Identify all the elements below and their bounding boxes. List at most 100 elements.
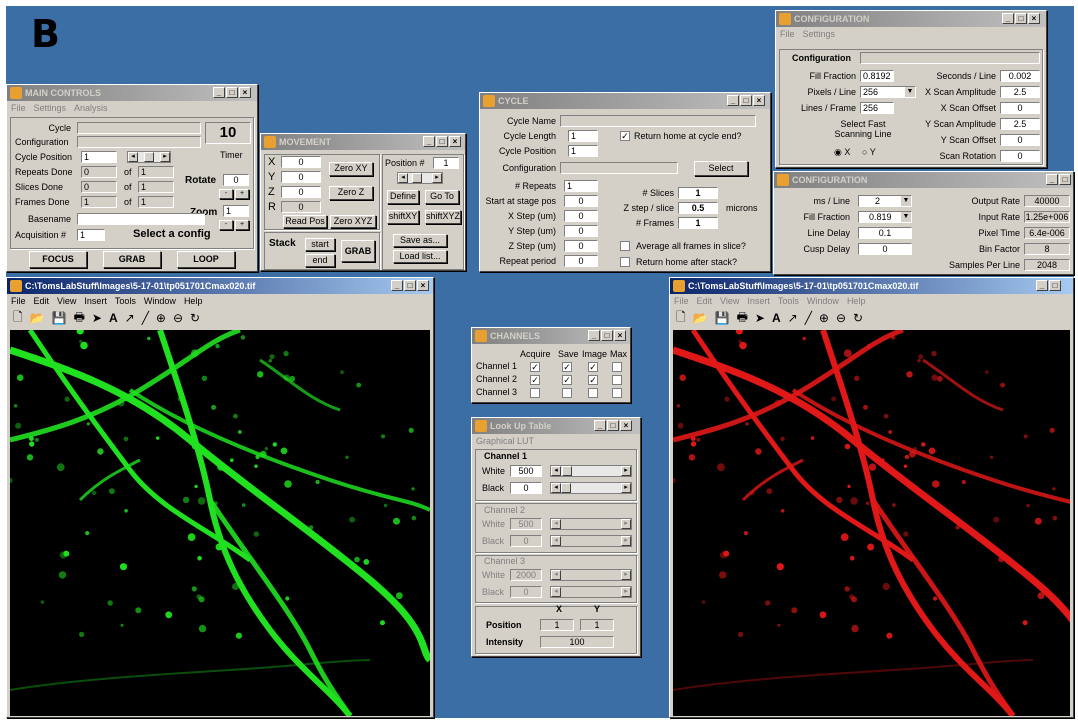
y-step-field[interactable]: 0 bbox=[564, 225, 598, 237]
zoom-decrease-button[interactable]: - bbox=[219, 220, 233, 230]
line-delay-field[interactable]: 0.1 bbox=[858, 227, 912, 239]
minimize-icon[interactable]: _ bbox=[391, 280, 403, 291]
minimize-icon[interactable]: _ bbox=[1046, 174, 1058, 185]
arrow-icon[interactable]: ➤ bbox=[92, 311, 102, 325]
y-radio-button[interactable]: ○ Y bbox=[862, 147, 876, 158]
menu-edit[interactable]: Edit bbox=[34, 296, 50, 306]
ch1-black-slider[interactable]: ◂ ▸ bbox=[550, 482, 632, 494]
maximize-icon[interactable]: □ bbox=[226, 87, 238, 98]
zoom-field[interactable]: 1 bbox=[223, 205, 249, 217]
line-icon[interactable]: ╱ bbox=[142, 311, 149, 325]
close-icon[interactable]: × bbox=[1028, 13, 1040, 24]
menu-file[interactable]: File bbox=[11, 296, 26, 306]
acquisition-field[interactable]: 1 bbox=[77, 229, 105, 241]
repeats-field[interactable]: 1 bbox=[564, 180, 598, 192]
channel-checkbox[interactable]: ✓ bbox=[530, 375, 540, 385]
shift-xy-button[interactable]: shiftXY bbox=[387, 210, 419, 224]
channel-checkbox[interactable]: ✓ bbox=[530, 362, 540, 372]
image-titlebar[interactable]: C:\TomsLabStuff\Images\5-17-01\tp051701C… bbox=[670, 278, 1073, 294]
movement-titlebar[interactable]: MOVEMENT _ □ × bbox=[261, 134, 465, 150]
x-radio-button[interactable]: ◉ X bbox=[834, 147, 850, 158]
slider-right-icon[interactable]: ▸ bbox=[432, 173, 442, 183]
menu-insert[interactable]: Insert bbox=[747, 296, 770, 306]
cycle-titlebar[interactable]: CYCLE _ □ × bbox=[480, 93, 770, 109]
y-offset-field[interactable]: 0 bbox=[1000, 134, 1040, 146]
close-icon[interactable]: × bbox=[614, 330, 626, 341]
minimize-icon[interactable]: _ bbox=[1002, 13, 1014, 24]
ms-line-select[interactable]: 2 ▼ bbox=[858, 195, 912, 207]
scan-rotation-field[interactable]: 0 bbox=[1000, 150, 1040, 162]
maximize-icon[interactable]: □ bbox=[601, 330, 613, 341]
menu-edit[interactable]: Edit bbox=[697, 296, 713, 306]
slider-left-icon[interactable]: ◂ bbox=[128, 152, 138, 162]
maximize-icon[interactable]: □ bbox=[1059, 174, 1071, 185]
menu-settings[interactable]: Settings bbox=[34, 103, 67, 113]
frames-field[interactable]: 1 bbox=[678, 217, 718, 229]
stack-grab-button[interactable]: GRAB bbox=[341, 240, 375, 262]
channel-checkbox[interactable]: ✓ bbox=[588, 362, 598, 372]
return-home-stack-checkbox[interactable] bbox=[620, 257, 630, 267]
ch1-white-field[interactable]: 500 bbox=[510, 465, 542, 477]
channels-titlebar[interactable]: CHANNELS _ □ × bbox=[472, 328, 630, 344]
menu-help[interactable]: Help bbox=[184, 296, 203, 306]
seconds-line-field[interactable]: 0.002 bbox=[1000, 70, 1040, 82]
position-number-field[interactable]: 1 bbox=[433, 157, 459, 169]
close-icon[interactable]: × bbox=[449, 136, 461, 147]
text-icon[interactable]: A bbox=[772, 311, 781, 325]
menu-window[interactable]: Window bbox=[807, 296, 839, 306]
slider-left-icon[interactable]: ◂ bbox=[398, 173, 408, 183]
maximize-icon[interactable]: □ bbox=[607, 420, 619, 431]
loop-button[interactable]: LOOP bbox=[177, 251, 235, 268]
red-image-canvas[interactable] bbox=[670, 327, 1073, 717]
minimize-icon[interactable]: _ bbox=[213, 87, 225, 98]
channel-checkbox[interactable] bbox=[588, 388, 598, 398]
read-pos-button[interactable]: Read Pos bbox=[283, 215, 327, 228]
stack-end-button[interactable]: end bbox=[305, 254, 335, 267]
go-to-button[interactable]: Go To bbox=[425, 190, 459, 204]
z-position-field[interactable]: 0 bbox=[281, 186, 321, 198]
focus-button[interactable]: FOCUS bbox=[29, 251, 87, 268]
menu-tools[interactable]: Tools bbox=[778, 296, 799, 306]
cycle-position-field[interactable]: 1 bbox=[568, 145, 598, 157]
channel-checkbox[interactable] bbox=[530, 388, 540, 398]
zero-xy-button[interactable]: Zero XY bbox=[329, 162, 373, 176]
zoom-increase-button[interactable]: + bbox=[235, 220, 249, 230]
menu-file[interactable]: File bbox=[780, 29, 795, 39]
channel-checkbox[interactable]: ✓ bbox=[588, 375, 598, 385]
rotate-field[interactable]: 0 bbox=[223, 174, 249, 186]
close-icon[interactable]: × bbox=[620, 420, 632, 431]
menu-analysis[interactable]: Analysis bbox=[74, 103, 108, 113]
rotate-icon[interactable]: ↻ bbox=[190, 311, 200, 325]
channel-checkbox[interactable] bbox=[562, 388, 572, 398]
z-step-field[interactable]: 0 bbox=[564, 240, 598, 252]
save-icon[interactable]: 💾 bbox=[52, 311, 67, 325]
channel-checkbox[interactable] bbox=[612, 388, 622, 398]
menu-insert[interactable]: Insert bbox=[84, 296, 107, 306]
line-arrow-icon[interactable]: ↗ bbox=[788, 311, 798, 325]
lut-titlebar[interactable]: Look Up Table _ □ × bbox=[472, 418, 640, 434]
close-icon[interactable]: × bbox=[753, 95, 765, 106]
cycle-position-field[interactable]: 1 bbox=[81, 151, 117, 163]
minimize-icon[interactable]: _ bbox=[423, 136, 435, 147]
menu-file[interactable]: File bbox=[674, 296, 689, 306]
menu-tools[interactable]: Tools bbox=[115, 296, 136, 306]
maximize-icon[interactable]: □ bbox=[404, 280, 416, 291]
x-offset-field[interactable]: 0 bbox=[1000, 102, 1040, 114]
minimize-icon[interactable]: _ bbox=[594, 420, 606, 431]
maximize-icon[interactable]: □ bbox=[1015, 13, 1027, 24]
line-icon[interactable]: ╱ bbox=[805, 311, 812, 325]
slider-left-icon[interactable]: ◂ bbox=[551, 466, 561, 476]
close-icon[interactable]: × bbox=[239, 87, 251, 98]
maximize-icon[interactable]: □ bbox=[436, 136, 448, 147]
cycle-name-field[interactable] bbox=[560, 115, 756, 127]
close-icon[interactable]: × bbox=[417, 280, 429, 291]
stack-start-button[interactable]: start bbox=[305, 238, 335, 251]
channel-checkbox[interactable]: ✓ bbox=[562, 362, 572, 372]
x-position-field[interactable]: 0 bbox=[281, 156, 321, 168]
arrow-icon[interactable]: ➤ bbox=[755, 311, 765, 325]
menu-file[interactable]: File bbox=[11, 103, 26, 113]
channel-checkbox[interactable] bbox=[612, 375, 622, 385]
fill-fraction-field[interactable]: 0.8192 bbox=[860, 70, 894, 82]
zoom-out-icon[interactable]: ⊖ bbox=[173, 311, 183, 325]
zoom-in-icon[interactable]: ⊕ bbox=[819, 311, 829, 325]
